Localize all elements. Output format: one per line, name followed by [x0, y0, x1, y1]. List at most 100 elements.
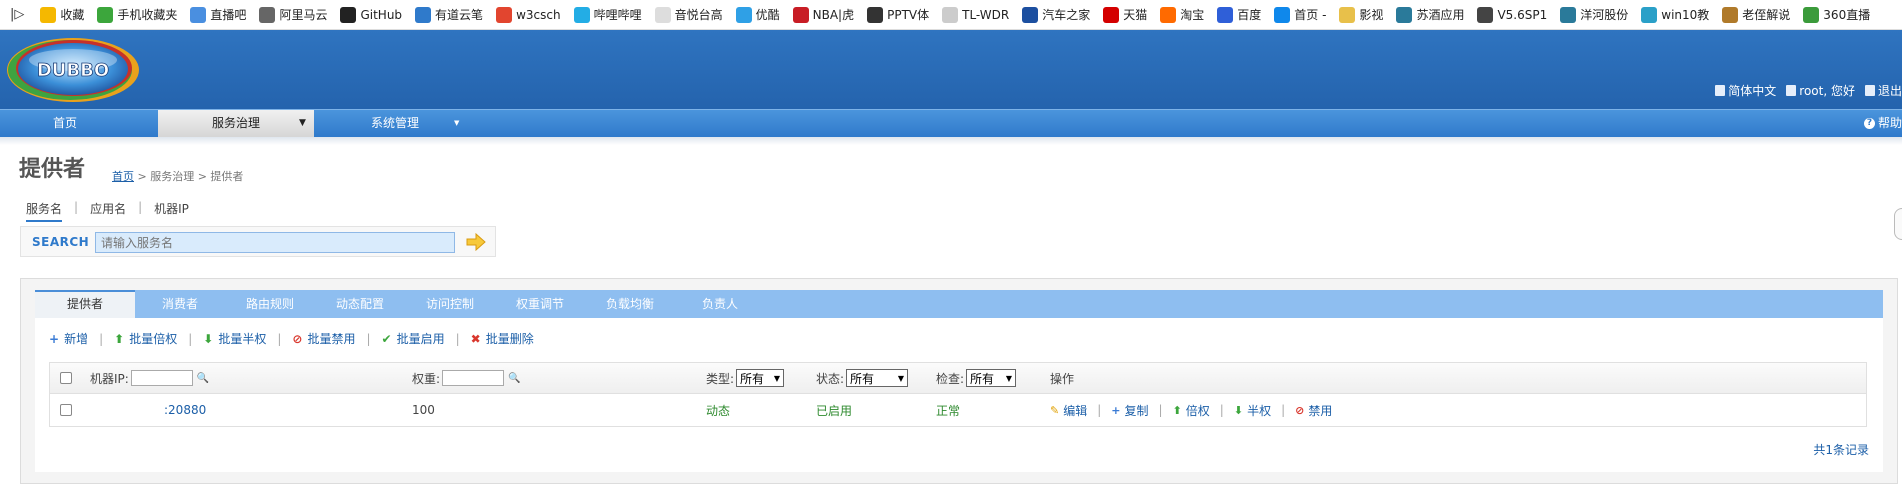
bookmark-item[interactable]: 收藏: [40, 6, 84, 23]
toolbar-button[interactable]: ⊘ 批量禁用: [292, 330, 355, 347]
main-menu: 首页 服务治理 ▼ 系统管理 ▼ ? 帮助: [0, 109, 1902, 137]
bookmark-label: 音悦台高: [674, 8, 723, 22]
select-all-checkbox[interactable]: [60, 372, 72, 384]
tab-weights[interactable]: 权重调节: [495, 290, 585, 318]
toolbar-button[interactable]: ✔ 批量启用: [382, 330, 445, 347]
row-operations: ✎ 编辑 | + 复制 | ⬆ 倍权 | ⬇ 半权 | ⊘ 禁用: [1050, 394, 1332, 426]
toolbar-button-label: 批量删除: [485, 332, 534, 346]
toolbar-button[interactable]: + 新增: [49, 330, 88, 347]
tab-access[interactable]: 访问控制: [405, 290, 495, 318]
type-filter-select[interactable]: 所有 ▼: [736, 369, 785, 387]
bookmark-item[interactable]: 首页 -: [1274, 6, 1326, 23]
ip-filter-input[interactable]: [130, 370, 193, 386]
bookmark-item[interactable]: 汽车之家: [1022, 6, 1090, 23]
bookmark-item[interactable]: win10教: [1641, 6, 1709, 23]
bookmark-item[interactable]: 360直播: [1803, 6, 1870, 23]
row-op-button[interactable]: ✎ 编辑: [1050, 402, 1087, 419]
row-checkbox[interactable]: [60, 404, 72, 416]
folder-icon: [1339, 6, 1356, 23]
bookmark-item[interactable]: 有道云笔: [415, 6, 483, 23]
weight-filter-input[interactable]: [442, 370, 505, 386]
zhihu-icon: [1274, 6, 1291, 23]
bookmark-item[interactable]: PPTV体: [867, 6, 929, 23]
bookmark-item[interactable]: GitHub: [340, 6, 402, 23]
tab-loadbalance[interactable]: 负载均衡: [585, 290, 675, 318]
bookmark-item[interactable]: 天猫: [1103, 6, 1147, 23]
check-icon: ✔: [381, 331, 392, 346]
chevron-down-icon: ▼: [454, 119, 460, 127]
search-go-arrow-icon[interactable]: [465, 233, 487, 251]
row-op-button[interactable]: ⬆ 倍权: [1173, 402, 1210, 419]
search-tab-service[interactable]: 服务名: [26, 200, 63, 222]
menu-item-service-governance[interactable]: 服务治理 ▼: [158, 110, 314, 137]
bookmark-label: 淘宝: [1180, 8, 1205, 22]
toolbar-button-label: 批量倍权: [129, 332, 178, 346]
toolbar-button[interactable]: ⬇ 批量半权: [203, 330, 266, 347]
tab-providers[interactable]: 提供者: [35, 290, 135, 318]
tab-routes[interactable]: 路由规则: [225, 290, 315, 318]
search-tab-application[interactable]: 应用名: [90, 200, 126, 222]
autohome-icon: [1022, 6, 1039, 23]
provider-address-link[interactable]: :20880: [164, 394, 206, 426]
user-link-user[interactable]: root, 您好: [1786, 82, 1855, 99]
chevron-down-icon: ▼: [897, 373, 905, 383]
bookmark-item[interactable]: 手机收藏夹: [97, 6, 177, 23]
globe-icon: [1560, 6, 1577, 23]
bookmark-item[interactable]: 百度: [1217, 6, 1261, 23]
search-icon[interactable]: 🔍: [197, 373, 209, 384]
help-link[interactable]: ? 帮助: [1863, 110, 1902, 137]
row-op-button[interactable]: ⊘ 禁用: [1295, 402, 1332, 419]
bookmark-item[interactable]: 淘宝: [1160, 6, 1204, 23]
tab-owners[interactable]: 负责人: [675, 290, 765, 318]
bookmark-item[interactable]: 直播吧: [190, 6, 246, 23]
toolbar-divider: |: [188, 331, 193, 346]
user-link-language[interactable]: 简体中文: [1715, 82, 1776, 99]
search-icon[interactable]: 🔍: [508, 373, 520, 384]
bookmark-item[interactable]: w3csch: [496, 6, 561, 23]
bookmark-item[interactable]: 哔哩哔哩: [573, 6, 642, 23]
row-op-button[interactable]: ⬇ 半权: [1234, 402, 1271, 419]
toolbar-button[interactable]: ✖ 批量删除: [471, 330, 534, 347]
bookmark-item[interactable]: NBA|虎: [792, 6, 854, 23]
bookmark-label: TL-WDR: [962, 7, 1010, 22]
w3c-icon: [496, 6, 513, 23]
arrow-down-icon: ⬇: [1233, 403, 1244, 417]
bookmark-item[interactable]: 洋河股份: [1560, 6, 1628, 23]
dubbo-logo: DUBBO: [7, 38, 139, 102]
provider-weight: 100: [412, 403, 435, 417]
status-filter-select[interactable]: 所有 ▼: [846, 369, 909, 387]
check-filter-select[interactable]: 所有 ▼: [966, 369, 1017, 387]
search-tab-ip[interactable]: 机器IP: [154, 200, 189, 222]
row-op-label: 编辑: [1063, 403, 1088, 418]
bookmark-item[interactable]: V5.6SP1: [1477, 6, 1547, 23]
user-links: 简体中文 root, 您好 退出: [1715, 82, 1902, 99]
tab-consumers[interactable]: 消费者: [135, 290, 225, 318]
sidebar-toggle-icon[interactable]: |▷: [10, 7, 24, 22]
breadcrumb-home-link[interactable]: 首页: [112, 170, 134, 183]
bookmark-item[interactable]: 优酷: [735, 6, 780, 23]
bookmark-label: 直播吧: [210, 8, 247, 22]
tab-overrides[interactable]: 动态配置: [315, 290, 405, 318]
check-column-label: 检查:: [936, 371, 965, 386]
page-scroll-handle[interactable]: [1894, 208, 1902, 240]
bookmark-item[interactable]: 影视: [1339, 6, 1383, 23]
op-divider: |: [1097, 403, 1102, 417]
chevron-down-icon: ▼: [773, 373, 781, 383]
search-box: SEARCH: [20, 226, 496, 257]
bookmark-item[interactable]: 阿里马云: [259, 6, 327, 23]
toolbar-divider: |: [366, 331, 371, 346]
toolbar-button[interactable]: ⬆ 批量倍权: [114, 330, 177, 347]
bookmark-item[interactable]: TL-WDR: [942, 6, 1010, 23]
search-input[interactable]: [95, 232, 455, 253]
bookmark-item[interactable]: 苏酒应用: [1396, 6, 1464, 23]
bookmark-item[interactable]: 音悦台高: [654, 6, 723, 23]
bookmark-label: 首页 -: [1294, 8, 1327, 22]
row-op-button[interactable]: + 复制: [1111, 402, 1148, 419]
menu-item-home[interactable]: 首页: [0, 110, 130, 137]
chevron-down-icon: ▼: [1005, 373, 1013, 383]
edit-icon: ✎: [1050, 403, 1060, 417]
menu-item-system-admin[interactable]: 系统管理 ▼: [340, 110, 459, 137]
status-column-label: 状态:: [816, 371, 845, 386]
bookmark-item[interactable]: 老侄解说: [1722, 6, 1790, 23]
user-link-logout[interactable]: 退出: [1864, 82, 1902, 99]
